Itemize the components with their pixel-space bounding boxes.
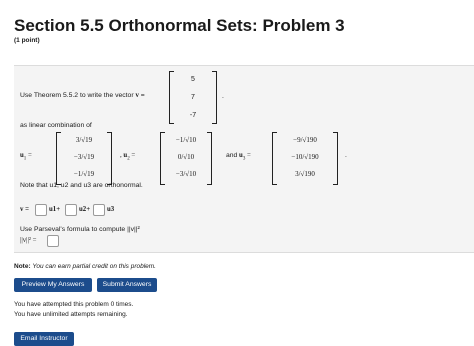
u3-entry: −9/√190	[293, 136, 317, 144]
note-line: Note: You can earn partial credit on thi…	[14, 263, 156, 270]
combo-plus: +	[86, 206, 91, 213]
combo-equals: =	[25, 206, 29, 213]
remaining-text: You have unlimited attempts remaining.	[14, 311, 128, 318]
u3-equals: =	[247, 152, 251, 159]
coefficient-2-input[interactable]	[65, 204, 77, 216]
u1-equals: =	[27, 152, 32, 159]
submit-answers-button[interactable]: Submit Answers	[97, 278, 157, 292]
u3-subscript: 3	[242, 156, 246, 162]
linear-combination-text: as linear combination of	[20, 122, 92, 129]
preview-answers-button[interactable]: Preview My Answers	[14, 278, 92, 292]
note-text: You can earn partial credit on this prob…	[32, 263, 156, 270]
combo-u1: u1+	[49, 206, 60, 213]
norm-squared-input[interactable]	[47, 235, 59, 247]
u2-entry: −3/√10	[175, 170, 197, 178]
orthonormal-note: Note that u1, u2 and u3 are orthonormal.	[20, 182, 143, 189]
combo-u3: u3	[107, 206, 115, 213]
and-text: and	[226, 152, 238, 159]
combo-v: v	[20, 206, 24, 213]
coefficient-1-input[interactable]	[35, 204, 47, 216]
note-label: Note:	[14, 263, 31, 270]
u2-matrix: −1/√10 0/√10 −3/√10	[160, 132, 212, 185]
vector-v-entry: 7	[191, 94, 195, 101]
u2-entry: 0/√10	[177, 153, 195, 161]
email-instructor-button[interactable]: Email Instructor	[14, 332, 74, 346]
attempts-text: You have attempted this problem 0 times.	[14, 301, 134, 308]
u1-entry: −1/√19	[73, 170, 95, 178]
u1-entry: −3/√19	[73, 153, 95, 161]
intro-prefix: Use Theorem 5.5.2 to write the vector	[20, 92, 136, 99]
u3-entry: 3/√190	[295, 170, 315, 178]
comma: ,	[120, 152, 122, 159]
u2-label: , u2 =	[120, 152, 135, 161]
vector-v-entry: 5	[191, 76, 195, 83]
points-label: (1 point)	[14, 37, 40, 44]
norm-label: ||v||² =	[20, 237, 37, 244]
vector-v-matrix: 5 7 -7	[169, 71, 217, 124]
u1-entry: 3/√19	[75, 136, 93, 144]
parseval-text: Use Parseval's formula to compute ||v||²	[20, 226, 140, 233]
u2-entry: −1/√10	[175, 136, 197, 144]
u1-subscript: 1	[23, 156, 27, 162]
intro-equals: =	[140, 92, 145, 99]
vector-v-entry: -7	[189, 112, 197, 119]
coefficient-3-input[interactable]	[93, 204, 105, 216]
u3-matrix: −9/√190 −10/√190 3/√190	[272, 132, 338, 185]
combo-v-label: v =	[20, 206, 29, 213]
combo-plus: +	[56, 206, 61, 213]
u2-equals: =	[131, 152, 136, 159]
intro-period: .	[222, 93, 224, 100]
combo-u2: u2+	[79, 206, 90, 213]
u2-subscript: 2	[127, 156, 130, 162]
intro-text: Use Theorem 5.5.2 to write the vector v …	[20, 92, 145, 99]
u3-label: and u3 =	[226, 152, 251, 161]
u1-label: u1 =	[20, 152, 32, 161]
u1-matrix: 3/√19 −3/√19 −1/√19	[56, 132, 112, 185]
problem-panel: Use Theorem 5.5.2 to write the vector v …	[14, 65, 474, 253]
intro-vector-symbol: v	[135, 92, 139, 99]
page-title: Section 5.5 Orthonormal Sets: Problem 3	[14, 16, 345, 35]
u3-period: .	[345, 152, 347, 159]
u3-entry: −10/√190	[291, 153, 319, 161]
